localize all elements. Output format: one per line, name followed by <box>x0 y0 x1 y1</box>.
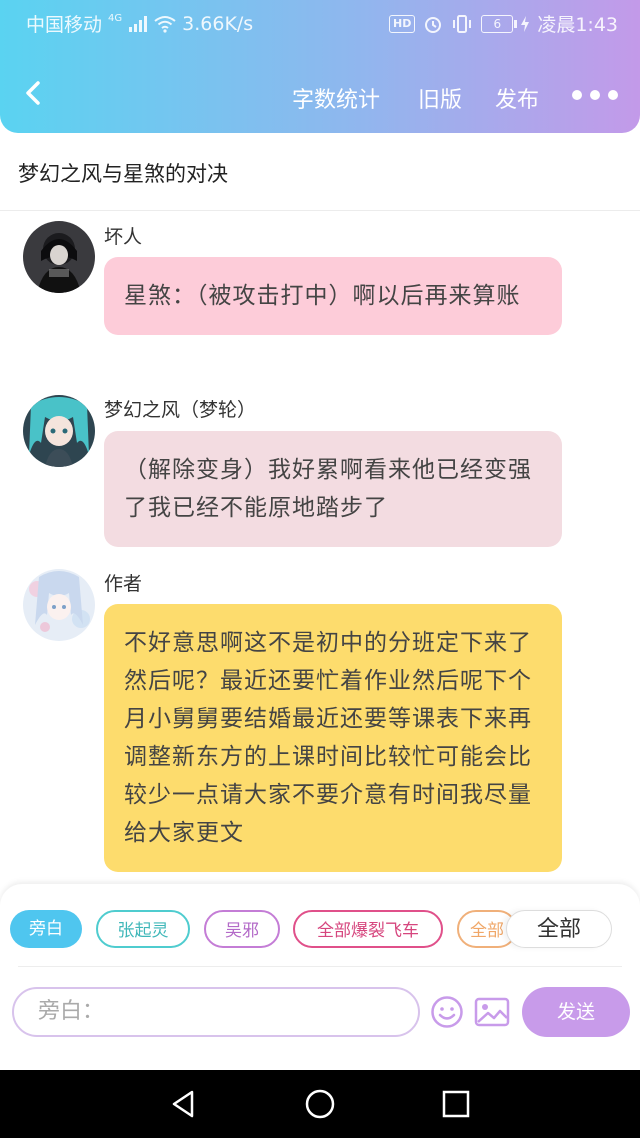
message-bubble[interactable]: （解除变身）我好累啊看来他已经变强了我已经不能原地踏步了 <box>104 431 562 547</box>
carrier-label: 中国移动 <box>26 14 103 36</box>
role-chip-all-burst[interactable]: 全部爆裂飞车 <box>293 910 443 948</box>
nav-back-button[interactable] <box>168 1088 200 1120</box>
all-roles-button[interactable]: 全部 <box>506 910 612 948</box>
triangle-back-icon <box>172 1090 194 1118</box>
charging-icon <box>521 15 530 32</box>
alarm-icon <box>423 14 443 34</box>
nav-home-button[interactable] <box>304 1088 336 1120</box>
chevron-left-icon <box>26 81 40 105</box>
publish-button[interactable]: 发布 <box>495 82 539 114</box>
word-count-button[interactable]: 字数统计 <box>292 82 380 114</box>
role-chip-narrator[interactable]: 旁白 <box>10 910 82 948</box>
story-title: 梦幻之风与星煞的对决 <box>18 162 228 186</box>
battery-indicator: 6 <box>481 14 518 33</box>
avatar[interactable] <box>23 569 95 641</box>
emoji-button[interactable] <box>430 995 464 1029</box>
message-bubble[interactable]: 不好意思啊这不是初中的分班定下来了然后呢？最近还要忙着作业然后呢下个月小舅舅要结… <box>104 604 562 872</box>
role-chip-bar: 旁白 张起灵 吴邪 全部爆裂飞车 全部 全部 <box>0 910 640 956</box>
hd-badge: HD <box>388 14 416 33</box>
vibrate-icon <box>451 14 473 34</box>
system-navigation-bar <box>0 1070 640 1138</box>
role-chip-zhang-qiling[interactable]: 张起灵 <box>96 910 190 948</box>
circle-home-icon <box>305 1089 335 1119</box>
nav-recents-button[interactable] <box>440 1088 472 1120</box>
avatar[interactable] <box>23 221 95 293</box>
square-recents-icon <box>442 1090 470 1118</box>
send-button[interactable]: 发送 <box>522 987 630 1037</box>
avatar[interactable] <box>23 395 95 467</box>
speaker-name: 作者 <box>104 573 143 595</box>
app-header: 中国移动 4G 3.66K/s HD 6 凌晨1:43 字数统计 旧版 发布 <box>0 0 640 133</box>
image-icon <box>474 997 510 1027</box>
network-speed: 3.66K/s <box>182 12 254 35</box>
message-input[interactable]: 旁白： <box>12 987 420 1037</box>
dot-icon <box>608 90 618 100</box>
network-type: 4G <box>108 13 123 24</box>
panel-divider <box>18 966 622 967</box>
dot-icon <box>572 90 582 100</box>
old-version-button[interactable]: 旧版 <box>418 82 462 114</box>
title-divider <box>0 210 640 211</box>
signal-icon <box>128 15 148 32</box>
status-bar: 中国移动 4G 3.66K/s HD 6 凌晨1:43 <box>0 0 640 44</box>
emoji-icon <box>431 996 463 1028</box>
navbar: 字数统计 旧版 发布 <box>0 60 640 130</box>
role-chip-wu-xie[interactable]: 吴邪 <box>204 910 280 948</box>
dot-icon <box>590 90 600 100</box>
message-bubble[interactable]: 星煞：（被攻击打中）啊以后再来算账 <box>104 257 562 335</box>
more-options-button[interactable] <box>572 90 618 100</box>
speaker-name: 梦幻之风（梦轮） <box>104 399 257 421</box>
clock: 凌晨1:43 <box>537 14 618 36</box>
image-button[interactable] <box>474 996 510 1028</box>
back-button[interactable] <box>18 78 48 108</box>
wifi-icon <box>154 15 176 33</box>
speaker-name: 坏人 <box>104 226 143 248</box>
